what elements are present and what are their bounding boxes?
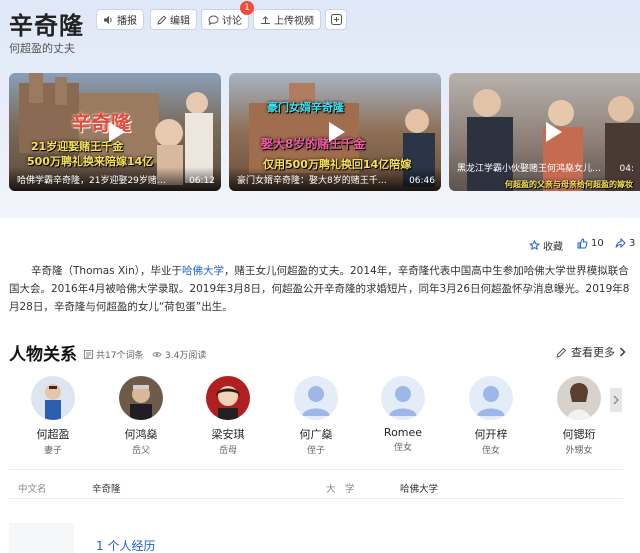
like-button[interactable]: 10	[577, 238, 604, 249]
upload-video-label: 上传视频	[274, 16, 314, 27]
chevron-right-icon	[620, 347, 626, 357]
overlay-line1: 何超盈的父亲与母亲给何超盈的嫁妆	[505, 180, 633, 189]
chevron-right-icon	[613, 395, 619, 405]
video-caption: 豪门女婿辛奇隆：娶大8岁的赌王千…	[237, 176, 387, 186]
person-card[interactable]: 何开梓 侄女	[456, 376, 526, 456]
person-name: 何广燊	[299, 428, 333, 441]
play-icon	[329, 122, 345, 142]
intro-text-a: 辛奇隆（Thomas Xin），毕业于	[31, 265, 182, 277]
person-name: 梁安琪	[211, 428, 245, 441]
person-name: 何超盈	[36, 428, 70, 441]
relations-entries: 共17个词条	[84, 348, 143, 361]
play-icon	[546, 122, 563, 142]
video-duration: 06:12	[189, 176, 215, 186]
toc-item-1[interactable]: 1 个人经历	[96, 537, 155, 553]
person-name: Romee	[383, 426, 423, 439]
divider	[9, 498, 623, 499]
person-role: 侄女	[393, 443, 412, 453]
person-card[interactable]: 何鸿燊 岳父	[106, 376, 176, 456]
thumbs-up-icon	[577, 238, 588, 249]
like-count: 10	[591, 238, 604, 249]
edit-button-label: 编辑	[170, 16, 190, 27]
share-button[interactable]: 3	[615, 238, 635, 249]
share-icon	[615, 238, 626, 249]
person-name: 何锶珩	[562, 428, 596, 441]
default-avatar-icon	[294, 376, 338, 420]
pencil-icon	[157, 14, 167, 25]
speaker-icon	[104, 15, 112, 24]
play-button-label: 播报	[117, 16, 137, 27]
person-card[interactable]: 何锶珩 外甥女	[544, 376, 614, 456]
video-caption: 哈佛学霸辛奇隆，21岁迎娶29岁赌…	[17, 176, 166, 186]
eye-icon	[152, 352, 162, 357]
chat-icon	[208, 14, 219, 25]
person-name: 何开梓	[474, 428, 508, 441]
person-role: 岳母	[218, 446, 237, 456]
default-avatar-icon	[469, 376, 513, 420]
toc-panel	[9, 523, 74, 553]
person-role: 侄女	[481, 446, 500, 456]
university-value: 哈佛大学	[400, 484, 439, 495]
person-name: 何鸿燊	[124, 428, 158, 441]
views-count: 3.4万阅读	[165, 351, 207, 361]
play-icon	[109, 122, 125, 142]
entries-count: 共17个词条	[96, 351, 144, 361]
person-role: 岳父	[131, 446, 150, 456]
page-title: 辛奇隆	[9, 12, 84, 40]
video-card-3[interactable]: 何超盈的父亲与母亲给何超盈的嫁妆 黑龙江学霸小伙娶赌王何鸿燊女儿… 04:	[449, 73, 640, 191]
overlay-line2: 娶大8岁的赌王千金	[261, 137, 366, 151]
entries-icon	[84, 350, 93, 359]
video-duration: 04:	[619, 164, 634, 174]
video-card-2[interactable]: 豪门女婿辛奇隆 娶大8岁的赌王千金 仅用500万聘礼换回14亿陪嫁 豪门女婿辛奇…	[229, 73, 441, 191]
page-subtitle: 何超盈的丈夫	[9, 42, 75, 55]
play-button[interactable]: 播报	[96, 9, 144, 30]
avatar	[119, 376, 163, 420]
person-card[interactable]: 何广燊 侄子	[281, 376, 351, 456]
discuss-badge: 1	[240, 1, 254, 15]
upload-video-button[interactable]: 上传视频	[253, 9, 321, 30]
video-caption: 黑龙江学霸小伙娶赌王何鸿燊女儿…	[457, 164, 602, 174]
avatar	[31, 376, 75, 420]
relations-next-button[interactable]	[610, 388, 622, 412]
share-count: 3	[629, 238, 636, 249]
collect-label: 收藏	[543, 242, 563, 253]
see-more-label: 查看更多	[571, 346, 615, 359]
see-more-link[interactable]: 查看更多	[556, 344, 626, 360]
relations-title: 人物关系	[9, 345, 77, 365]
harvard-link[interactable]: 哈佛大学	[182, 265, 224, 277]
pencil-icon	[556, 347, 567, 358]
avatar	[557, 376, 601, 420]
person-role: 外甥女	[565, 446, 593, 456]
video-duration: 06:46	[409, 176, 435, 186]
person-role: 侄子	[306, 446, 325, 456]
intro-paragraph: 辛奇隆（Thomas Xin），毕业于哈佛大学，赌王女儿何超盈的丈夫。2014年…	[9, 262, 631, 316]
person-card[interactable]: Romee 侄女	[368, 376, 438, 453]
university-label: 大 学	[326, 484, 355, 495]
person-card[interactable]: 何超盈 妻子	[18, 376, 88, 456]
upload-icon	[261, 15, 270, 24]
discuss-button-label: 讨论	[222, 16, 242, 27]
avatar	[206, 376, 250, 420]
cn-name-label: 中文名	[18, 484, 47, 495]
plus-icon	[330, 14, 342, 25]
relations-views: 3.4万阅读	[152, 348, 206, 361]
edit-button[interactable]: 编辑	[150, 9, 197, 30]
person-role: 妻子	[43, 446, 62, 456]
divider	[9, 469, 623, 470]
star-icon	[529, 240, 540, 251]
collect-button[interactable]: 收藏	[529, 238, 563, 253]
overlay-line1: 豪门女婿辛奇隆	[267, 101, 344, 114]
person-card[interactable]: 梁安琪 岳母	[193, 376, 263, 456]
add-button[interactable]	[325, 9, 347, 30]
default-avatar-icon	[381, 376, 425, 420]
video-card-1[interactable]: 辛奇隆 21岁迎娶赌王千金 500万聘礼换来陪嫁14亿 哈佛学霸辛奇隆，21岁迎…	[9, 73, 221, 191]
cn-name-value: 辛奇隆	[92, 484, 121, 495]
